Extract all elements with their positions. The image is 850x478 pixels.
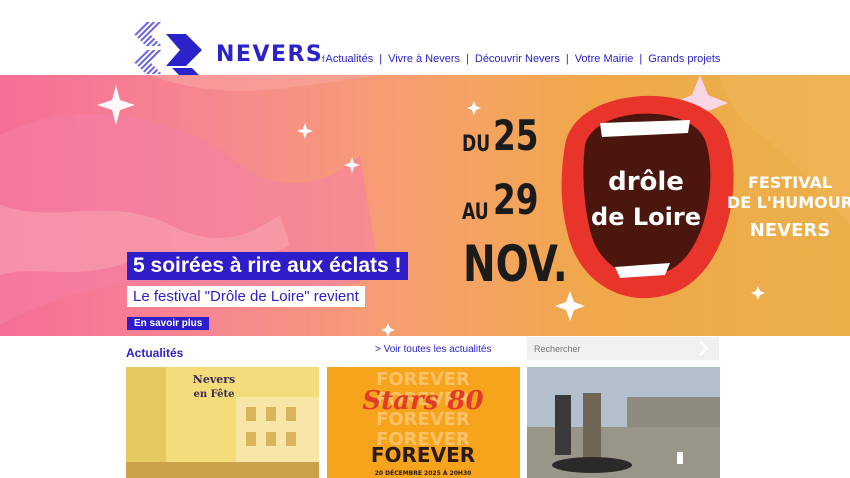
card-title: Stars 80 — [362, 386, 483, 416]
card-subtitle: FOREVER — [371, 443, 475, 467]
site-header: NEVERS f Actualités | Vivre à Nevers | D… — [0, 0, 850, 88]
news-section-title: Actualités — [126, 346, 184, 360]
news-card-image — [527, 367, 720, 478]
date-month: NOV. — [463, 235, 568, 293]
festival-line: FESTIVAL — [748, 173, 832, 192]
news-card-image: FOREVER FOREVER FOREVER FOREVER Stars 80… — [327, 367, 520, 478]
date-day2: 29 — [493, 175, 539, 224]
hero-subtitle: Le festival "Drôle de Loire" revient — [127, 286, 365, 307]
date-day1: 25 — [493, 111, 539, 160]
nav-item-votre-mairie[interactable]: Votre Mairie — [575, 53, 634, 65]
festival-line: NEVERS — [750, 220, 830, 241]
date-au: AU — [462, 200, 489, 225]
logo-line1: drôle — [608, 167, 684, 197]
logo-line2: de Loire — [591, 203, 701, 231]
mouth-illustration: drôle de Loire — [561, 95, 734, 299]
news-card[interactable]: FOREVER FOREVER FOREVER FOREVER Stars 80… — [327, 367, 520, 478]
news-card[interactable]: Nevers en Fête — [126, 367, 319, 478]
search-box — [527, 337, 719, 360]
news-card-image: Nevers en Fête — [126, 367, 319, 478]
nav-separator: | — [565, 53, 569, 65]
festival-line: DE L'HUMOUR — [727, 193, 850, 212]
see-all-news-link[interactable]: > Voir toutes les actualités — [375, 344, 491, 355]
nav-separator: | — [379, 53, 383, 65]
nav-item-decouvrir-nevers[interactable]: Découvrir Nevers — [475, 53, 560, 65]
nav-separator: | — [639, 53, 643, 65]
main-nav: f Actualités | Vivre à Nevers | Découvri… — [322, 53, 720, 65]
card-caption: 20 DÉCEMBRE 2025 À 20H30 — [375, 469, 472, 477]
nav-item-vivre-a-nevers[interactable]: Vivre à Nevers — [388, 53, 460, 65]
date-du: DU — [462, 132, 491, 157]
hero-headline: 5 soirées à rire aux éclats ! — [127, 252, 408, 280]
read-more-button[interactable]: En savoir plus — [127, 317, 210, 330]
nav-item-grands-projets[interactable]: Grands projets — [648, 53, 720, 65]
hero-banner[interactable]: drôle de Loire FESTIVAL DE L'HUMOUR NEVE… — [0, 75, 850, 336]
brand-name[interactable]: NEVERS — [216, 42, 323, 67]
card-subtitle: en Fête — [193, 389, 234, 400]
news-card[interactable] — [527, 367, 720, 478]
nav-item-actualites[interactable]: Actualités — [326, 53, 374, 65]
facebook-icon[interactable]: f — [322, 54, 325, 64]
search-input[interactable] — [527, 337, 706, 360]
card-title: Nevers — [193, 373, 235, 386]
chevron-right-icon[interactable] — [696, 341, 711, 356]
nav-separator: | — [466, 53, 469, 65]
